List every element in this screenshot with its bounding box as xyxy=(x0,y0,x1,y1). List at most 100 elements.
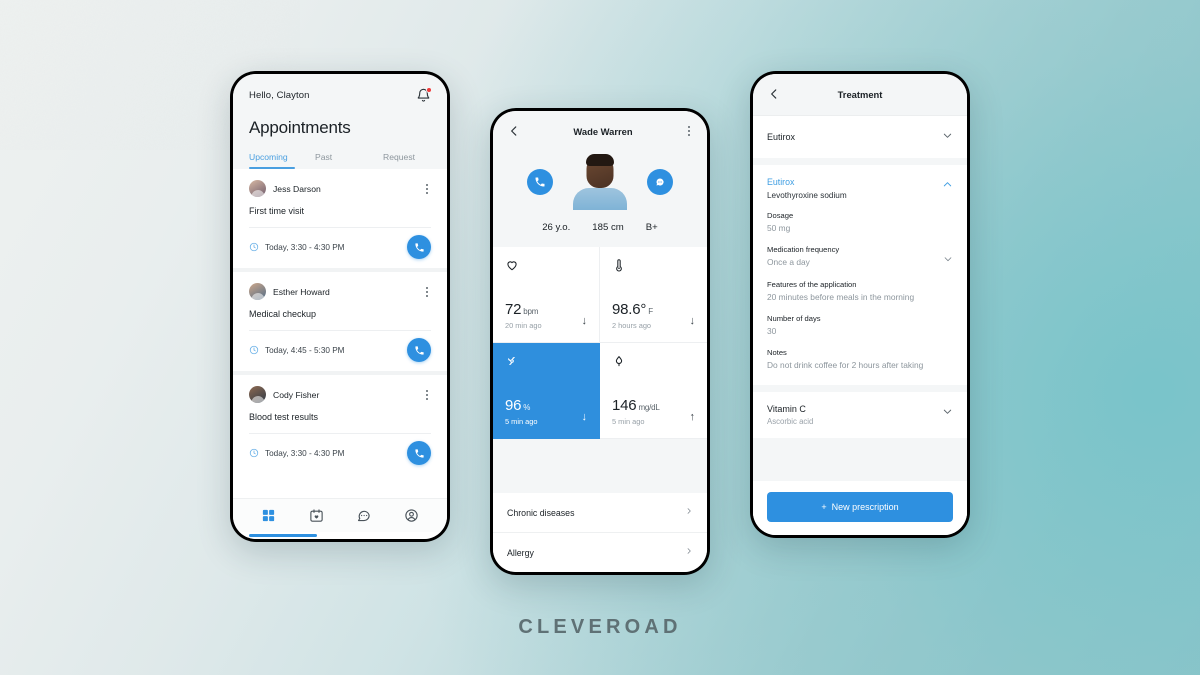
field-label: Notes xyxy=(767,348,787,358)
kebab-menu-icon[interactable] xyxy=(423,182,431,196)
patient-sections: Chronic diseases Allergy xyxy=(493,493,707,572)
vital-value: 96% xyxy=(505,397,537,414)
patient-photo xyxy=(571,154,629,210)
appointment-card[interactable]: Jess Darson First time visit Today, 3:30… xyxy=(233,169,447,268)
phone-icon xyxy=(414,448,424,458)
tab-request[interactable]: Request xyxy=(383,152,415,169)
chat-bubble-icon[interactable] xyxy=(356,508,371,523)
chevron-up-icon[interactable] xyxy=(942,177,953,195)
medication-row-vitamin-c[interactable]: Vitamin C Ascorbic acid xyxy=(753,391,967,438)
treatment-header: Treatment xyxy=(753,74,967,116)
field-label: Dosage xyxy=(767,211,794,220)
medication-name: Vitamin C xyxy=(767,403,806,414)
kebab-menu-icon[interactable] xyxy=(685,124,693,138)
vital-number: 72 xyxy=(505,301,522,318)
section-label: Allergy xyxy=(507,547,534,558)
poster-canvas: Hello, Clayton Appointments Upcoming Pas… xyxy=(0,0,1200,675)
vital-trend-icon: ↓ xyxy=(581,315,588,327)
appointment-header: Jess Darson xyxy=(249,180,431,197)
chevron-down-icon[interactable] xyxy=(942,128,953,146)
clock-icon xyxy=(249,345,259,355)
appointment-reason: Medical checkup xyxy=(249,309,317,319)
patient-height: 185 cm xyxy=(592,222,624,233)
heart-icon xyxy=(505,258,587,276)
chevron-down-icon[interactable] xyxy=(943,251,953,269)
patient-blood-type: B+ xyxy=(645,222,658,233)
appointment-card[interactable]: Esther Howard Medical checkup Today, 4:4… xyxy=(233,268,447,371)
phone-icon xyxy=(414,345,424,355)
clock-icon xyxy=(249,448,259,458)
section-label: Chronic diseases xyxy=(507,507,575,518)
vitals-grid: 72 bpm 20 min ago ↓ 98.6° F 2 hours ago … xyxy=(493,247,707,439)
chevron-right-icon xyxy=(685,545,693,560)
field-features-of-application: Features of the application 20 minutes b… xyxy=(767,280,953,303)
kebab-menu-icon[interactable] xyxy=(423,285,431,299)
medication-card-header[interactable]: Eutirox Levothyroxine sodium xyxy=(767,177,953,200)
vital-unit: F xyxy=(648,307,653,316)
avatar xyxy=(249,283,266,300)
profile-icon[interactable] xyxy=(404,508,419,523)
vital-timestamp: 5 min ago xyxy=(505,417,538,426)
field-value: 20 minutes before meals in the morning xyxy=(767,291,915,302)
field-label: Number of days xyxy=(767,314,821,324)
tab-upcoming[interactable]: Upcoming xyxy=(249,152,315,169)
medication-row-collapsed[interactable]: Eutirox xyxy=(753,116,967,158)
medication-card-expanded: Eutirox Levothyroxine sodium Dosage 50 m… xyxy=(753,165,967,385)
patient-actions xyxy=(511,154,689,210)
tab-past[interactable]: Past xyxy=(315,152,383,169)
blood-drop-icon xyxy=(612,354,695,372)
call-button[interactable] xyxy=(407,441,431,465)
call-button[interactable] xyxy=(407,338,431,362)
back-chevron-icon[interactable] xyxy=(507,124,521,138)
thermometer-icon xyxy=(612,258,695,276)
field-value: 30 xyxy=(767,326,777,337)
medication-name: Eutirox xyxy=(767,132,796,142)
field-medication-frequency[interactable]: Medication frequency Once a day xyxy=(767,245,953,268)
field-label: Medication frequency xyxy=(767,245,840,255)
medication-generic-name: Levothyroxine sodium xyxy=(767,191,847,200)
call-button[interactable] xyxy=(407,235,431,259)
back-chevron-icon[interactable] xyxy=(767,87,781,101)
appointment-list: Jess Darson First time visit Today, 3:30… xyxy=(233,169,447,498)
section-allergy[interactable]: Allergy xyxy=(493,533,707,572)
field-notes: Notes Do not drink coffee for 2 hours af… xyxy=(767,348,953,371)
phone-patient-profile: Wade Warren 26 y.o. 185 cm B+ 72 bpm 20 … xyxy=(490,108,710,575)
grid-dashboard-icon[interactable] xyxy=(261,508,276,523)
field-number-of-days: Number of days 30 xyxy=(767,314,953,337)
appointment-card[interactable]: Cody Fisher Blood test results Today, 3:… xyxy=(233,371,447,474)
vital-card-temperature[interactable]: 98.6° F 2 hours ago ↓ xyxy=(600,247,707,343)
new-prescription-button[interactable]: + New prescription xyxy=(767,492,953,522)
vital-card-glucose[interactable]: 146 mg/dL 5 min ago ↑ xyxy=(600,343,707,439)
appointment-time-wrap: Today, 3:30 - 4:30 PM xyxy=(249,448,345,458)
bell-icon[interactable] xyxy=(416,87,432,103)
vital-timestamp: 2 hours ago xyxy=(612,321,652,330)
vital-bottom: 98.6° F 2 hours ago ↓ xyxy=(612,301,695,330)
patient-name: Cody Fisher xyxy=(273,389,320,400)
patient-stats: 26 y.o. 185 cm B+ xyxy=(511,222,689,247)
message-patient-button[interactable] xyxy=(647,169,673,195)
patient-name-title: Wade Warren xyxy=(573,125,633,137)
appointment-time-wrap: Today, 4:45 - 5:30 PM xyxy=(249,345,345,355)
vital-number: 98.6° xyxy=(612,301,647,318)
plus-icon: + xyxy=(821,502,827,512)
kebab-menu-icon[interactable] xyxy=(423,388,431,402)
patient-hero: 26 y.o. 185 cm B+ xyxy=(493,138,707,247)
vital-card-heart-rate[interactable]: 72 bpm 20 min ago ↓ xyxy=(493,247,600,343)
appointment-header: Esther Howard xyxy=(249,283,431,300)
clock-icon xyxy=(249,242,259,252)
vital-bottom: 146 mg/dL 5 min ago ↑ xyxy=(612,397,695,426)
call-patient-button[interactable] xyxy=(527,169,553,195)
section-chronic-diseases[interactable]: Chronic diseases xyxy=(493,493,707,533)
phone-appointments: Hello, Clayton Appointments Upcoming Pas… xyxy=(230,71,450,542)
new-prescription-label: New prescription xyxy=(831,502,899,512)
vital-number: 96 xyxy=(505,397,522,414)
chevron-down-icon[interactable] xyxy=(942,404,953,422)
greeting-text: Hello, Clayton xyxy=(249,90,310,101)
calendar-heart-icon[interactable] xyxy=(309,508,324,523)
appointment-footer: Today, 3:30 - 4:30 PM xyxy=(249,227,431,268)
appointment-header: Cody Fisher xyxy=(249,386,431,403)
vital-card-oxygen[interactable]: 96% 5 min ago ↓ xyxy=(493,343,600,439)
vital-bottom: 96% 5 min ago ↓ xyxy=(505,397,587,426)
avatar xyxy=(249,386,266,403)
